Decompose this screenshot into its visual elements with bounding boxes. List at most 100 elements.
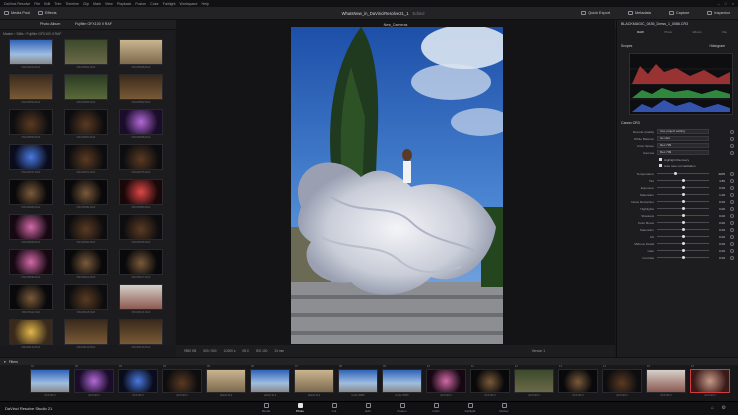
filmstrip-thumbnail[interactable]: 11 GFX100 II <box>470 365 510 400</box>
slider-knob[interactable] <box>681 199 685 203</box>
browser-thumbnail[interactable]: DSCF8055.RAF <box>64 74 108 106</box>
browser-thumbnail[interactable]: DSCF8054.RAF <box>9 74 53 106</box>
browser-thumbnail[interactable]: DSCF8130.RAF <box>119 319 163 351</box>
capture-button[interactable]: Capture <box>665 11 694 15</box>
slider-track[interactable] <box>657 220 709 224</box>
slider-value[interactable]: 0.00 <box>709 249 725 253</box>
reset-icon[interactable] <box>730 255 734 260</box>
page-media-button[interactable]: Media <box>254 403 278 413</box>
minimize-icon[interactable]: – <box>718 2 720 6</box>
folder-label[interactable]: Fujifilm GFX100 II RAF <box>75 22 112 26</box>
slider-knob[interactable] <box>681 185 685 189</box>
filmstrip-thumbnail[interactable]: 12 GFX100 II <box>514 365 554 400</box>
menu-playback[interactable]: Playback <box>117 2 132 6</box>
close-icon[interactable]: × <box>732 2 734 6</box>
reset-icon[interactable] <box>730 213 734 218</box>
browser-thumbnail[interactable]: DSCF8083.RAF <box>119 179 163 211</box>
filmstrip-thumbnail[interactable]: 16 GFX100 II <box>690 365 730 400</box>
quick-export-button[interactable]: Quick Export <box>577 11 614 15</box>
browser-thumbnail[interactable]: DSCF8068.RAF <box>119 109 163 141</box>
browser-thumbnail[interactable]: DSCF8115.RAF <box>64 284 108 316</box>
slider-knob[interactable] <box>681 241 685 245</box>
filmstrip-thumbnail[interactable]: 05 LEICA SL3 <box>206 365 246 400</box>
menu-workspace[interactable]: Workspace <box>180 2 198 6</box>
inspector-button[interactable]: Inspector <box>703 11 734 15</box>
slider-value[interactable]: 0.00 <box>709 200 725 204</box>
maximize-icon[interactable]: □ <box>725 2 727 6</box>
browser-thumbnail[interactable]: DSCF8081.RAF <box>64 179 108 211</box>
slider-track[interactable] <box>657 234 709 238</box>
tab-raw[interactable]: RAW <box>637 30 644 34</box>
slider-knob[interactable] <box>681 213 685 217</box>
slider-knob[interactable] <box>681 227 685 231</box>
menu-timeline[interactable]: Timeline <box>65 2 78 6</box>
reset-icon[interactable] <box>730 199 734 204</box>
slider-knob[interactable] <box>681 234 685 238</box>
menu-edit[interactable]: Edit <box>44 2 50 6</box>
browser-thumbnail[interactable]: DSCF8076.RAF <box>119 144 163 176</box>
slider-value[interactable]: 1.00 <box>709 193 725 197</box>
slider-knob[interactable] <box>682 178 686 182</box>
setting-dropdown[interactable]: Rec.709 <box>657 143 709 148</box>
browser-thumbnail[interactable]: DSCF8107.RAF <box>119 249 163 281</box>
checkbox[interactable] <box>659 158 662 161</box>
slider-value[interactable]: 0.00 <box>709 228 725 232</box>
filter-icon[interactable]: ▾ <box>4 360 6 364</box>
filmstrip-thumbnail[interactable]: 15 GFX100 II <box>646 365 686 400</box>
reset-icon[interactable] <box>730 220 734 225</box>
reset-icon[interactable] <box>730 192 734 197</box>
reset-icon[interactable] <box>730 143 734 148</box>
slider-knob[interactable] <box>681 255 685 259</box>
filmstrip-thumbnail[interactable]: 14 GFX100 II <box>602 365 642 400</box>
menu-color[interactable]: Color <box>150 2 159 6</box>
reset-icon[interactable] <box>730 241 734 246</box>
browser-thumbnail[interactable]: DSCF8059.RAF <box>9 109 53 141</box>
slider-track[interactable] <box>657 199 709 203</box>
slider-track[interactable] <box>657 255 709 259</box>
menu-app[interactable]: DaVinci Resolve <box>4 2 30 6</box>
browser-thumbnail[interactable]: DSCF9010.RAF <box>9 39 53 71</box>
tab-effects[interactable]: Effects <box>693 30 702 34</box>
raw-checkbox-row[interactable]: Auto tone normalization <box>621 162 735 169</box>
slider-value[interactable]: 0.00 <box>709 207 725 211</box>
media-pool-button[interactable]: Media Pool <box>0 11 34 15</box>
reset-icon[interactable] <box>730 136 734 141</box>
slider-track[interactable] <box>657 248 709 252</box>
filmstrip-thumbnail[interactable]: 09 ILCE-7RM5 <box>382 365 422 400</box>
slider-track[interactable] <box>657 227 709 231</box>
slider-track[interactable] <box>657 185 709 189</box>
browser-thumbnail[interactable]: DSCF8095.RAF <box>119 214 163 246</box>
filmstrip-thumbnail[interactable]: 01 GFX100 II <box>30 365 70 400</box>
browser-thumbnail[interactable]: DSCF8080.RAF <box>9 179 53 211</box>
filmstrip-thumbnail[interactable]: 04 GFX100 II <box>162 365 202 400</box>
metadata-button[interactable]: Metadata <box>624 11 655 15</box>
menu-clip[interactable]: Clip <box>83 2 89 6</box>
browser-thumbnail[interactable]: DSCF8098.RAF <box>9 249 53 281</box>
slider-knob[interactable] <box>681 206 685 210</box>
page-cut-button[interactable]: Cut <box>322 403 346 413</box>
browser-thumbnail[interactable]: DSCF8089.RAF <box>9 214 53 246</box>
tab-file[interactable]: File <box>722 30 727 34</box>
slider-value[interactable]: 0.00 <box>709 214 725 218</box>
slider-value[interactable]: 4205 <box>709 172 725 176</box>
menu-mark[interactable]: Mark <box>93 2 101 6</box>
settings-icon[interactable]: ⚙ <box>722 405 726 411</box>
slider-knob[interactable] <box>681 220 685 224</box>
browser-thumbnail[interactable]: DSCF8052.RAF <box>119 74 163 106</box>
page-edit-button[interactable]: Edit <box>356 403 380 413</box>
browser-thumbnail[interactable]: DSCF8071.RAF <box>9 144 53 176</box>
scope-type-dropdown[interactable]: Histogram <box>710 44 725 51</box>
setting-dropdown[interactable]: Use project setting <box>657 129 709 134</box>
filmstrip-thumbnail[interactable]: 06 LEICA SL3 <box>250 365 290 400</box>
reset-icon[interactable] <box>730 185 734 190</box>
browser-thumbnail[interactable]: DSCF8072.RAF <box>64 144 108 176</box>
filmstrip-thumbnail[interactable]: 13 GFX100 II <box>558 365 598 400</box>
browser-thumbnail[interactable]: DSCF8102.RAF <box>64 249 108 281</box>
filmstrip-thumbnail[interactable]: 03 GFX100 II <box>118 365 158 400</box>
page-photo-button[interactable]: Photo <box>288 403 312 413</box>
reset-icon[interactable] <box>730 234 734 239</box>
slider-value[interactable]: 0.00 <box>709 256 725 260</box>
slider-value[interactable]: 0.00 <box>709 235 725 239</box>
slider-value[interactable]: 0.00 <box>709 186 725 190</box>
menu-trim[interactable]: Trim <box>54 2 61 6</box>
